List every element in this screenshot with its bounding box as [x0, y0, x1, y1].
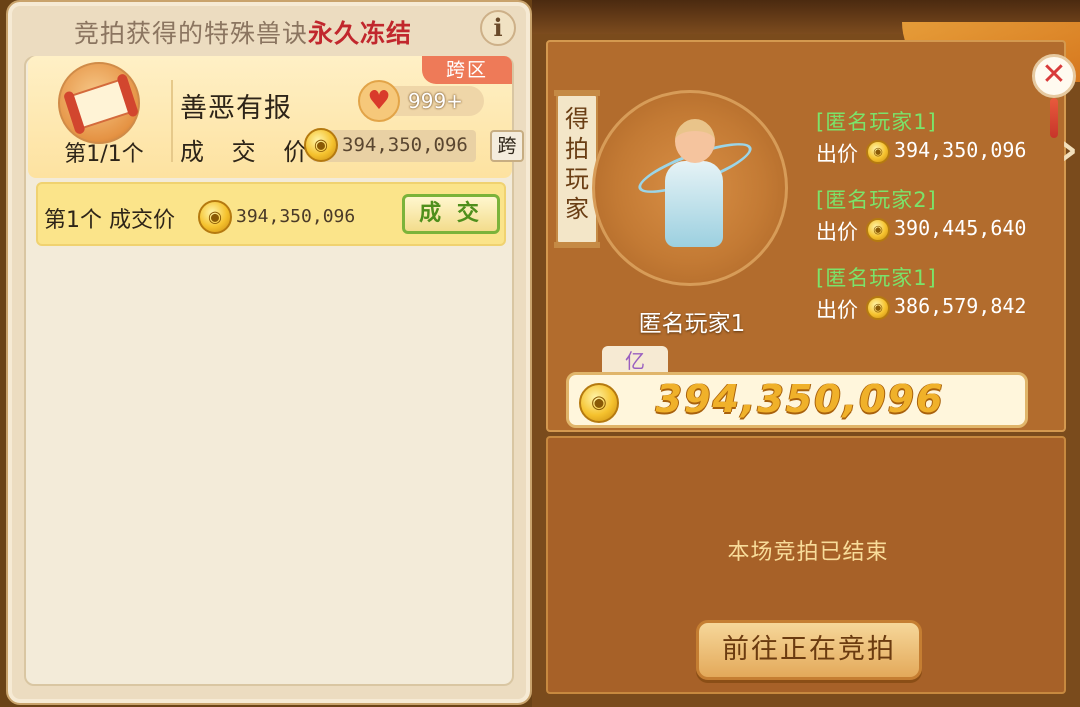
bid-label: 出价	[816, 142, 858, 166]
chevron-right-icon: ›	[1060, 124, 1079, 175]
final-price-bar: 394,350,096 ◉	[566, 372, 1028, 428]
notice-text: 竞拍获得的特殊兽诀	[73, 19, 308, 48]
item-count: 第1/1个	[64, 142, 144, 167]
winner-tab-label: 得拍玩家	[565, 105, 589, 223]
coin-icon: ◉	[579, 383, 619, 423]
winner-panel: › 得拍玩家 匿名玩家1 [匿名玩家1] 出价 ◉ 394,350,096 [匿…	[532, 0, 1080, 707]
price-box: ◉ 394,350,096	[304, 128, 476, 162]
bid-price: 386,579,842	[894, 294, 1027, 318]
close-icon[interactable]: ✕	[1032, 54, 1076, 98]
divider	[171, 80, 173, 162]
goto-active-auction-button[interactable]: 前往正在竞拍	[696, 620, 922, 680]
deal-label: 第1个 成交价	[44, 208, 175, 233]
coin-icon: ◉	[866, 218, 890, 242]
bid-label: 出价	[816, 220, 858, 244]
deal-row[interactable]: 第1个 成交价 ◉ 394,350,096 成 交	[36, 182, 506, 246]
item-card[interactable]: 跨区 第1/1个 善恶有报 999+ 成 交 价 ◉ 394,350,096 跨	[28, 56, 524, 178]
bid-history: [匿名玩家1] 出价 ◉ 394,350,096 [匿名玩家2] 出价 ◉ 39…	[816, 106, 1052, 340]
status-area: 本场竞拍已结束 前往正在竞拍	[546, 436, 1066, 694]
auction-ended-text: 本场竞拍已结束	[727, 540, 889, 565]
heart-icon	[358, 80, 400, 122]
deal-price: 394,350,096	[236, 206, 356, 227]
tassel-decoration	[1050, 98, 1058, 138]
skill-book-icon	[58, 62, 140, 144]
coin-icon: ◉	[304, 128, 338, 162]
final-price: 394,350,096	[655, 377, 945, 421]
info-icon[interactable]: i	[480, 10, 516, 46]
bid-entry: [匿名玩家1] 出价 ◉ 386,579,842	[816, 262, 1052, 340]
bid-entry: [匿名玩家1] 出价 ◉ 394,350,096	[816, 106, 1052, 184]
winner-tab: 得拍玩家	[554, 90, 600, 248]
coin-icon: ◉	[198, 200, 232, 234]
bid-player: [匿名玩家1]	[816, 266, 937, 290]
cross-server-tag: 跨区	[422, 56, 512, 84]
bid-price: 394,350,096	[894, 138, 1027, 162]
winner-name: 匿名玩家1	[638, 311, 746, 337]
item-price: 394,350,096	[342, 134, 468, 156]
cross-server-button[interactable]: 跨	[490, 130, 524, 162]
likes-badge[interactable]: 999+	[358, 80, 484, 122]
winner-avatar	[592, 90, 788, 286]
deal-button[interactable]: 成 交	[402, 194, 500, 234]
freeze-notice: 竞拍获得的特殊兽诀永久冻结	[8, 14, 478, 50]
auction-result-panel: 竞拍获得的特殊兽诀永久冻结 i 跨区 第1/1个 善恶有报 999+ 成 交 价…	[6, 0, 532, 705]
skill-name: 善恶有报	[180, 93, 292, 124]
bid-price: 390,445,640	[894, 216, 1027, 240]
price-label: 成 交 价	[180, 138, 318, 166]
bid-player: [匿名玩家2]	[816, 188, 937, 212]
coin-icon: ◉	[866, 296, 890, 320]
likes-count: 999+	[408, 89, 463, 113]
bid-label: 出价	[816, 298, 858, 322]
notice-highlight: 永久冻结	[308, 19, 413, 48]
bid-player: [匿名玩家1]	[816, 110, 937, 134]
bid-entry: [匿名玩家2] 出价 ◉ 390,445,640	[816, 184, 1052, 262]
coin-icon: ◉	[866, 140, 890, 164]
